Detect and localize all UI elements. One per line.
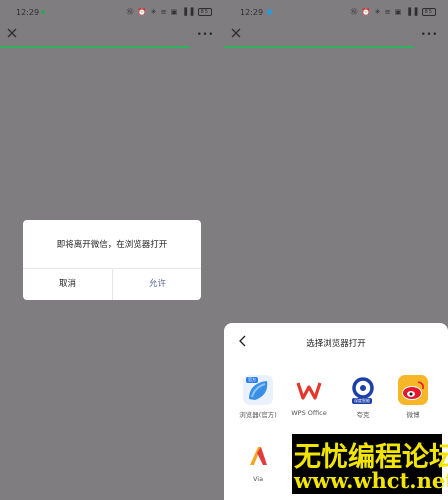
dialog-message: 即将离开微信，在浏览器打开 <box>56 240 168 250</box>
status-time: 12:29 <box>240 8 264 17</box>
browser-icon: 官方 <box>243 375 273 405</box>
via-icon <box>243 441 273 471</box>
leave-wechat-dialog: 即将离开微信，在浏览器打开 取消 允许 <box>23 220 201 300</box>
more-icon[interactable]: ••• <box>421 31 438 40</box>
more-icon[interactable]: ••• <box>197 31 214 40</box>
cancel-button[interactable]: 取消 <box>23 269 112 300</box>
system-status-icons: Ⓝ ⏰ ✳ ≡ ▣ ▐▐ <box>350 8 419 16</box>
deep-intelligence-badge: 深度智能 <box>352 398 372 404</box>
status-bar: 12:29 Ⓝ ⏰ ✳ ≡ ▣ ▐▐ 85 <box>224 0 448 26</box>
app-label: WPS Office <box>291 409 327 417</box>
battery-icon: 85 <box>421 8 436 16</box>
water-drop-icon <box>267 9 272 15</box>
sheet-title: 选择浏览器打开 <box>306 339 366 349</box>
quark-icon: 深度智能 <box>348 375 378 405</box>
official-badge: 官方 <box>246 377 258 383</box>
nav-bar: ••• <box>224 26 448 46</box>
close-icon[interactable] <box>230 27 242 39</box>
close-icon[interactable] <box>6 27 18 39</box>
app-wps-office[interactable]: WPS Office <box>284 375 334 417</box>
watermark-url: www.whct.net <box>294 468 448 493</box>
app-label: Via <box>252 475 264 483</box>
app-quark[interactable]: 深度智能 夸克 <box>338 375 388 419</box>
watermark: 无忧编程论坛 www.whct.net <box>292 434 448 494</box>
app-browser-official[interactable]: 官方 浏览器(官方) <box>233 375 283 419</box>
app-label: 微博 <box>406 411 420 419</box>
left-screen: 12:29 Ⓝ ⏰ ✳ ≡ ▣ ▐▐ 85 ••• 即将离开微信，在浏览器打开 … <box>0 0 224 500</box>
nav-bar: ••• <box>0 26 224 46</box>
status-icons: Ⓝ ⏰ ✳ ≡ ▣ ▐▐ 85 <box>350 7 436 17</box>
app-via[interactable]: Via <box>233 441 283 483</box>
page-load-progress <box>0 46 190 48</box>
page-load-progress <box>224 46 414 48</box>
app-label: 浏览器(官方) <box>239 411 277 419</box>
status-icons: Ⓝ ⏰ ✳ ≡ ▣ ▐▐ 85 <box>126 7 212 17</box>
wps-icon <box>294 375 324 405</box>
weibo-icon <box>398 375 428 405</box>
app-weibo[interactable]: 微博 <box>388 375 438 419</box>
status-time: 12:29 <box>16 8 40 17</box>
app-label: 夸克 <box>356 411 370 419</box>
system-status-icons: Ⓝ ⏰ ✳ ≡ ▣ ▐▐ <box>126 8 195 16</box>
battery-icon: 85 <box>197 8 212 16</box>
right-screen: 12:29 Ⓝ ⏰ ✳ ≡ ▣ ▐▐ 85 ••• 选择浏览器打开 官方 浏览器… <box>224 0 448 500</box>
status-bar: 12:29 Ⓝ ⏰ ✳ ≡ ▣ ▐▐ 85 <box>0 0 224 26</box>
wechat-notification-icon <box>41 10 45 14</box>
allow-button[interactable]: 允许 <box>113 269 201 300</box>
